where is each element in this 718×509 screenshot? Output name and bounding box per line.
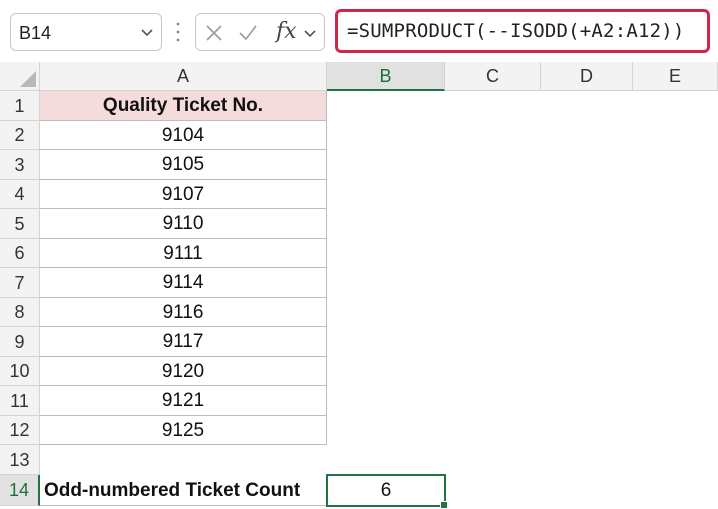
cell-a14[interactable]: Odd-numbered Ticket Count: [40, 475, 327, 506]
cell-a9[interactable]: 9117: [40, 327, 327, 357]
cancel-icon[interactable]: [204, 23, 224, 43]
cell-a8[interactable]: 9116: [40, 298, 327, 327]
row-header-11[interactable]: 11: [0, 386, 40, 416]
formula-input[interactable]: =SUMPRODUCT(--ISODD(+A2:A12)): [335, 9, 710, 53]
row-header-2[interactable]: 2: [0, 121, 40, 150]
select-all-icon: [20, 71, 36, 87]
column-header-e[interactable]: E: [633, 62, 718, 91]
row-header-4[interactable]: 4: [0, 180, 40, 209]
cell-a3[interactable]: 9105: [40, 150, 327, 180]
cell-a4[interactable]: 9107: [40, 180, 327, 209]
insert-function-button[interactable]: fx: [276, 19, 297, 44]
row-header-5[interactable]: 5: [0, 209, 40, 239]
name-box-value: B14: [19, 23, 52, 43]
row-header-14[interactable]: 14: [0, 475, 40, 506]
chevron-down-icon[interactable]: [139, 24, 155, 40]
cell-a11[interactable]: 9121: [40, 386, 327, 416]
formula-controls: fx: [195, 13, 325, 51]
cell-a5[interactable]: 9110: [40, 209, 327, 239]
cell-a6[interactable]: 9111: [40, 239, 327, 268]
column-header-a[interactable]: A: [40, 62, 327, 91]
cell-b14-value: 6: [380, 480, 392, 501]
column-header-b[interactable]: B: [327, 62, 445, 91]
cell-a10[interactable]: 9120: [40, 357, 327, 386]
name-box[interactable]: B14: [10, 13, 162, 51]
formula-bar: B14 fx =SUMPRODUCT(--ISODD(+A2:A12)): [0, 0, 718, 62]
cell-a12[interactable]: 9125: [40, 416, 327, 445]
cell-b14[interactable]: 6: [326, 474, 448, 509]
row-header-12[interactable]: 12: [0, 416, 40, 445]
chevron-down-icon[interactable]: [302, 25, 318, 41]
fill-handle[interactable]: [440, 501, 448, 509]
row-header-1[interactable]: 1: [0, 91, 40, 121]
more-options-icon[interactable]: [176, 20, 180, 44]
row-header-6[interactable]: 6: [0, 239, 40, 268]
row-header-9[interactable]: 9: [0, 327, 40, 357]
row-header-8[interactable]: 8: [0, 298, 40, 327]
select-all-button[interactable]: [0, 62, 40, 91]
row-header-7[interactable]: 7: [0, 268, 40, 298]
cell-a2[interactable]: 9104: [40, 121, 327, 150]
column-header-d[interactable]: D: [541, 62, 633, 91]
column-header-c[interactable]: C: [445, 62, 541, 91]
row-header-13[interactable]: 13: [0, 445, 40, 475]
enter-check-icon[interactable]: [238, 23, 258, 43]
cell-a1[interactable]: Quality Ticket No.: [40, 91, 327, 121]
cell-a7[interactable]: 9114: [40, 268, 327, 298]
row-header-10[interactable]: 10: [0, 357, 40, 386]
formula-text: =SUMPRODUCT(--ISODD(+A2:A12)): [347, 20, 685, 42]
row-header-3[interactable]: 3: [0, 150, 40, 180]
